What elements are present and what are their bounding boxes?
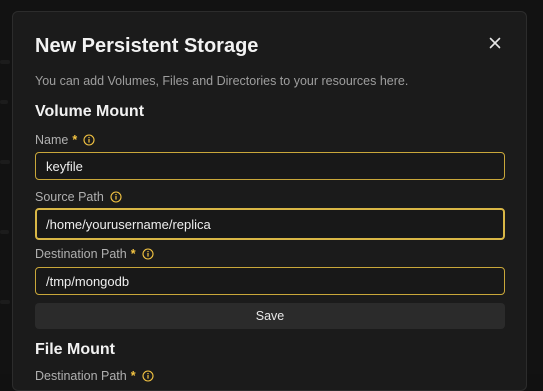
required-mark: *: [130, 369, 136, 383]
source-path-field-label: Source Path: [35, 189, 122, 205]
required-mark: *: [72, 133, 78, 147]
backdrop-line: [0, 100, 8, 104]
info-icon[interactable]: [142, 370, 154, 382]
backdrop-line: [0, 160, 10, 164]
name-field-label: Name *: [35, 132, 95, 148]
name-label-text: Name: [35, 133, 69, 147]
file-destination-path-field-label: Destination Path *: [35, 368, 154, 384]
name-input[interactable]: [35, 152, 505, 180]
close-icon[interactable]: [487, 35, 503, 51]
backdrop-line: [0, 300, 10, 304]
backdrop-line: [0, 230, 9, 234]
info-icon[interactable]: [83, 134, 95, 146]
destination-path-input[interactable]: [35, 267, 505, 295]
modal-description: You can add Volumes, Files and Directori…: [35, 74, 409, 88]
backdrop-line: [0, 60, 10, 64]
source-path-input[interactable]: [35, 208, 505, 240]
save-button[interactable]: Save: [35, 303, 505, 329]
modal-title: New Persistent Storage: [35, 35, 259, 57]
source-path-label-text: Source Path: [35, 190, 104, 204]
file-mount-heading: File Mount: [35, 341, 115, 358]
file-destination-path-label-text: Destination Path: [35, 369, 127, 383]
info-icon[interactable]: [110, 191, 122, 203]
close-button[interactable]: [487, 35, 503, 51]
info-icon[interactable]: [142, 248, 154, 260]
persistent-storage-modal: New Persistent Storage You can add Volum…: [12, 11, 527, 391]
volume-mount-heading: Volume Mount: [35, 103, 145, 120]
required-mark: *: [130, 247, 136, 261]
destination-path-field-label: Destination Path *: [35, 246, 154, 262]
destination-path-label-text: Destination Path: [35, 247, 127, 261]
